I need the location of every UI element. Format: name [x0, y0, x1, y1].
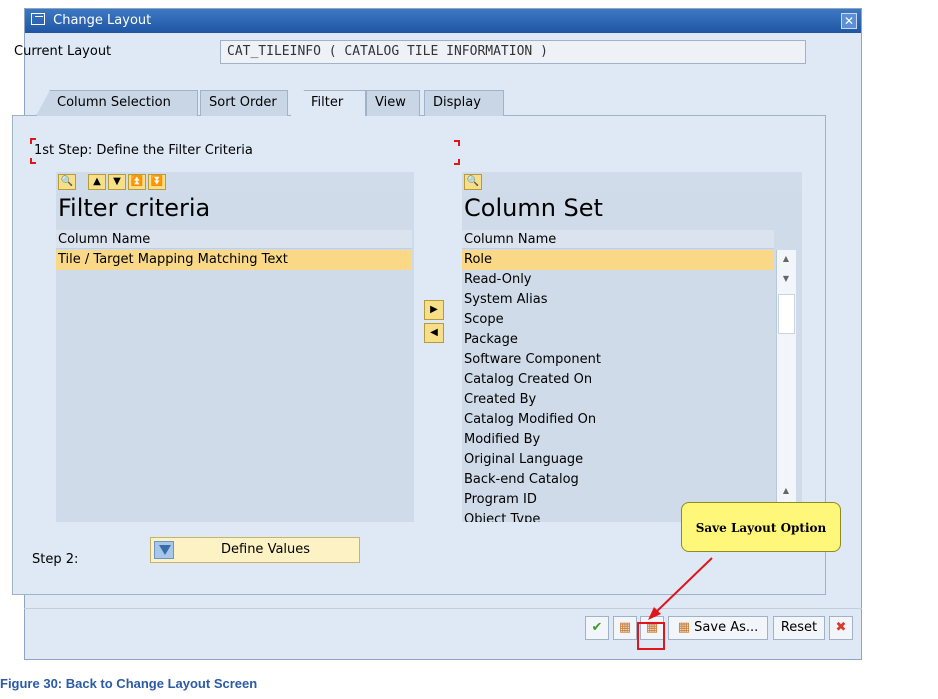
filter-list-item[interactable]: Tile / Target Mapping Matching Text — [56, 250, 412, 270]
window-title: Change Layout — [53, 13, 152, 28]
tab-filter[interactable]: Filter — [290, 90, 366, 116]
list-item[interactable]: Original Language — [462, 450, 774, 470]
close-icon[interactable]: ✕ — [841, 13, 857, 29]
list-item[interactable]: System Alias — [462, 290, 774, 310]
filter-funnel-icon — [154, 541, 174, 559]
title-bar: Change Layout ✕ — [25, 9, 861, 33]
tab-sort-order[interactable]: Sort Order — [200, 90, 288, 116]
tab-display[interactable]: Display — [424, 90, 504, 116]
list-item[interactable]: Package — [462, 330, 774, 350]
column-set-header: Column Name — [462, 230, 774, 249]
column-set-heading: Column Set — [464, 194, 603, 222]
define-values-label: Define Values — [221, 542, 311, 557]
load-layout-icon[interactable]: ▦ — [613, 616, 637, 640]
down-arrow-icon[interactable]: ▼ — [108, 174, 126, 190]
confirm-check-icon[interactable]: ✔ — [585, 616, 609, 640]
column-set-pane: 🔍 Column Set Column Name Role Read-Only … — [462, 172, 802, 522]
figure-caption: Figure 30: Back to Change Layout Screen — [0, 676, 258, 691]
bracket-mark — [454, 159, 460, 165]
tab-label: Sort Order — [209, 95, 277, 110]
column-set-toolbar: 🔍 — [462, 172, 802, 192]
binoculars-icon[interactable]: 🔍 — [464, 174, 482, 190]
binoculars-icon[interactable]: 🔍 — [58, 174, 76, 190]
bracket-mark — [30, 158, 36, 164]
tab-label: Column Selection — [57, 95, 171, 110]
cancel-x-icon[interactable]: ✖ — [829, 616, 853, 640]
list-item[interactable]: Back-end Catalog — [462, 470, 774, 490]
layout-icon — [31, 13, 45, 25]
list-item[interactable]: Catalog Modified On — [462, 410, 774, 430]
tab-label: Display — [433, 95, 481, 110]
filter-criteria-heading: Filter criteria — [58, 194, 211, 222]
define-values-button[interactable]: Define Values — [150, 537, 360, 563]
bracket-mark — [454, 140, 460, 146]
list-item[interactable]: Created By — [462, 390, 774, 410]
list-item[interactable]: Role — [462, 250, 774, 270]
up-arrow-icon[interactable]: ▲ — [88, 174, 106, 190]
filter-criteria-pane: 🔍 ▲ ▼ ⏫ ⏬ Filter criteria Column Name Ti… — [56, 172, 414, 522]
annotation-arrow — [648, 557, 713, 620]
column-set-scrollbar[interactable]: ▲ ▼ ▲ — [776, 250, 796, 512]
reset-button[interactable]: Reset — [773, 616, 825, 640]
filter-column-header: Column Name — [56, 230, 412, 249]
top-icon[interactable]: ⏫ — [128, 174, 146, 190]
scroll-thumb[interactable] — [778, 294, 795, 334]
list-item[interactable]: Catalog Created On — [462, 370, 774, 390]
move-right-icon[interactable]: ▶ — [424, 300, 444, 320]
scroll-up-icon[interactable]: ▲ — [779, 252, 793, 266]
move-left-icon[interactable]: ◀ — [424, 323, 444, 343]
list-item[interactable]: Modified By — [462, 430, 774, 450]
step2-label: Step 2: — [32, 552, 79, 567]
scroll-down-icon[interactable]: ▼ — [779, 272, 793, 286]
bottom-icon[interactable]: ⏬ — [148, 174, 166, 190]
tab-label: View — [375, 95, 406, 110]
list-item[interactable]: Read-Only — [462, 270, 774, 290]
current-layout-label: Current Layout — [14, 44, 112, 59]
tab-column-selection[interactable]: Column Selection — [36, 90, 198, 116]
step1-label: 1st Step: Define the Filter Criteria — [34, 143, 253, 158]
tab-label: Filter — [311, 95, 344, 110]
scroll-up-icon[interactable]: ▲ — [779, 484, 793, 498]
annotation-highlight-box — [637, 622, 665, 650]
tab-strip: Column Selection Sort Order Filter View … — [36, 90, 816, 116]
tab-view[interactable]: View — [366, 90, 420, 116]
list-item[interactable]: Software Component — [462, 350, 774, 370]
save-layout-callout: Save Layout Option — [681, 502, 841, 552]
current-layout-field: CAT_TILEINFO ( CATALOG TILE INFORMATION … — [220, 40, 806, 64]
filter-criteria-toolbar: 🔍 ▲ ▼ ⏫ ⏬ — [56, 172, 414, 192]
list-item[interactable]: Scope — [462, 310, 774, 330]
